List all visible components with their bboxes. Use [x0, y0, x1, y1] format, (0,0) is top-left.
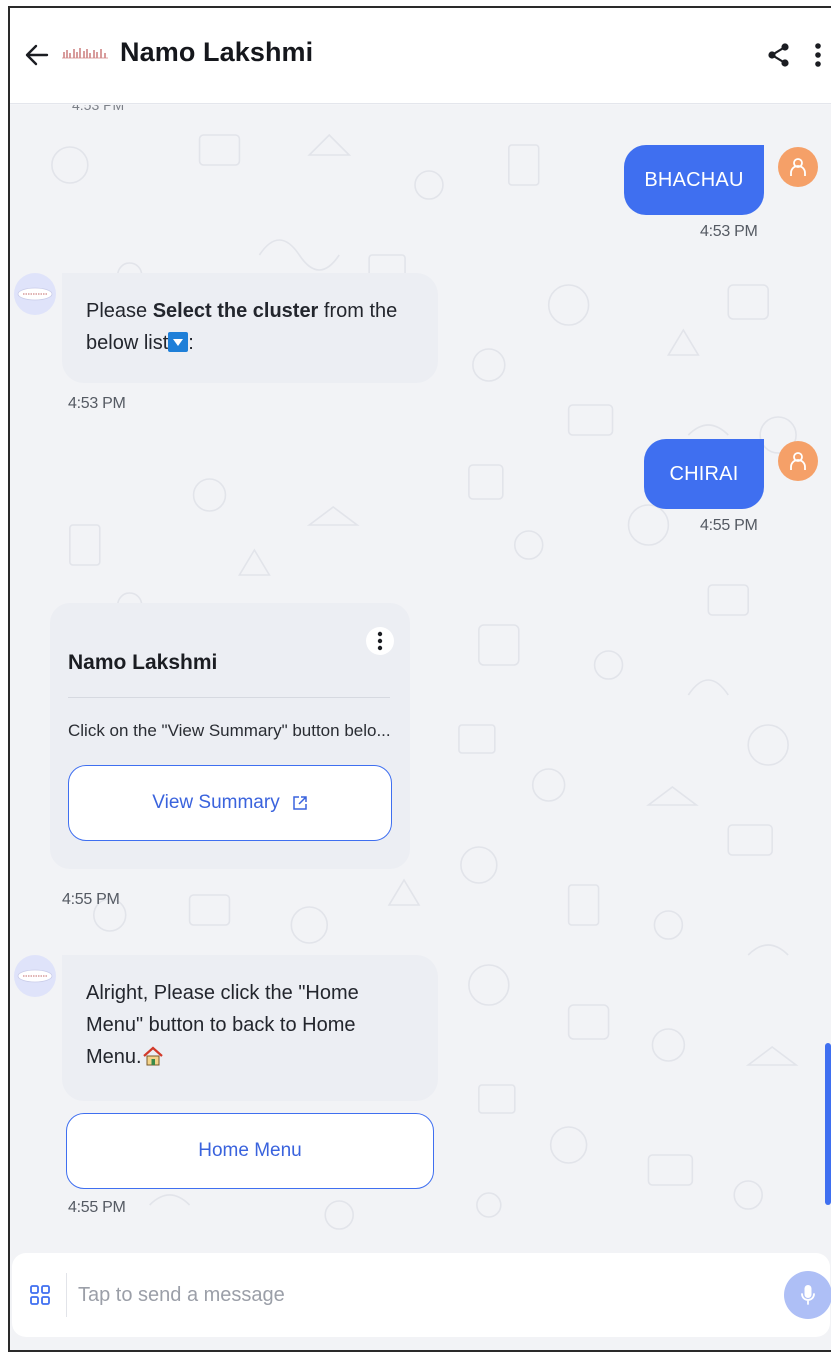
card-title: Namo Lakshmi [68, 651, 218, 674]
grid-icon[interactable] [26, 1281, 54, 1309]
bold-text: Select the cluster [152, 300, 319, 322]
user-avatar [778, 147, 818, 187]
previous-timestamp: 4:53 PM [72, 105, 125, 113]
external-link-icon [292, 796, 307, 810]
bot-avatar [14, 955, 56, 997]
composer-divider [66, 1273, 67, 1317]
more-vertical-icon [377, 631, 383, 651]
brand-logo [17, 969, 53, 983]
scrollbar[interactable] [825, 1043, 831, 1205]
message-list[interactable]: 4:53 PM BHACHAU 4:53 PM Please Select th… [10, 105, 831, 1241]
card-options-button[interactable] [366, 627, 394, 655]
share-icon [768, 43, 789, 67]
arrow-left-icon [25, 44, 49, 66]
message-timestamp: 4:55 PM [68, 1199, 126, 1216]
bot-message-bubble: Alright, Please click the "Home Menu" bu… [62, 955, 438, 1101]
card-description: Click on the "View Summary" button belo.… [68, 721, 391, 740]
person-icon [790, 452, 806, 470]
chat-window: Namo Lakshmi 4:53 PM BHACHAU 4:53 PM Ple… [8, 6, 831, 1352]
bot-avatar [14, 273, 56, 315]
user-message-bubble: CHIRAI [644, 439, 764, 509]
message-input[interactable] [78, 1273, 738, 1317]
composer-box [12, 1253, 831, 1337]
view-summary-button[interactable]: View Summary [68, 765, 392, 841]
brand-logo [17, 287, 53, 301]
person-icon [790, 158, 806, 176]
microphone-icon [801, 1285, 815, 1305]
chat-title: Namo Lakshmi [120, 37, 314, 67]
message-timestamp: 4:55 PM [62, 891, 120, 908]
back-button[interactable] [20, 38, 54, 72]
microphone-button[interactable] [784, 1271, 831, 1319]
view-summary-label: View Summary [152, 792, 280, 813]
down-arrow-box-icon [168, 332, 189, 352]
message-composer [10, 1241, 831, 1350]
message-timestamp: 4:53 PM [68, 395, 126, 412]
home-menu-button[interactable]: Home Menu [66, 1113, 434, 1189]
summary-card: Namo Lakshmi Click on the "View Summary"… [50, 603, 410, 869]
brand-logo [62, 48, 108, 59]
more-options-button[interactable] [806, 38, 830, 72]
message-timestamp: 4:53 PM [700, 223, 758, 240]
more-vertical-icon [815, 43, 821, 67]
share-button[interactable] [762, 38, 796, 72]
user-message-bubble: BHACHAU [624, 145, 764, 215]
user-avatar [778, 441, 818, 481]
bot-message-bubble: Please Select the cluster from the below… [62, 273, 438, 383]
chat-header: Namo Lakshmi [10, 8, 831, 104]
message-timestamp: 4:55 PM [700, 517, 758, 534]
card-divider [68, 697, 390, 698]
house-icon [142, 1046, 163, 1066]
